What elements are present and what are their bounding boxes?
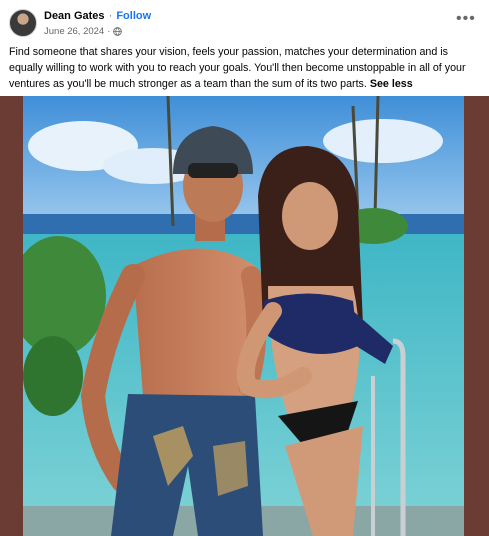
post-photo[interactable]: [23, 96, 464, 536]
see-less-button[interactable]: See less: [370, 78, 413, 90]
more-options-icon[interactable]: •••: [456, 11, 476, 27]
post-media[interactable]: [0, 96, 489, 536]
man-body: [133, 248, 255, 396]
author-name[interactable]: Dean Gates: [44, 10, 105, 22]
meta-separator: ·: [107, 26, 111, 37]
globe-icon: [113, 27, 123, 36]
name-separator: ·: [108, 10, 113, 22]
shorts-print: [213, 441, 248, 496]
author-line: Dean Gates · Follow: [44, 10, 151, 22]
post-caption: Find someone that shares your vision, fe…: [9, 44, 481, 92]
author-avatar[interactable]: [9, 9, 37, 37]
post-meta: June 26, 2024 ·: [44, 26, 123, 37]
facebook-post: Dean Gates · Follow June 26, 2024 · ••• …: [0, 0, 489, 536]
plant: [23, 336, 83, 416]
post-header: Dean Gates · Follow June 26, 2024 · •••: [0, 0, 489, 40]
cloud: [323, 119, 443, 163]
man-sunglasses: [188, 163, 238, 178]
post-date[interactable]: June 26, 2024: [44, 26, 104, 37]
woman-face: [282, 182, 338, 250]
follow-button[interactable]: Follow: [116, 10, 151, 22]
